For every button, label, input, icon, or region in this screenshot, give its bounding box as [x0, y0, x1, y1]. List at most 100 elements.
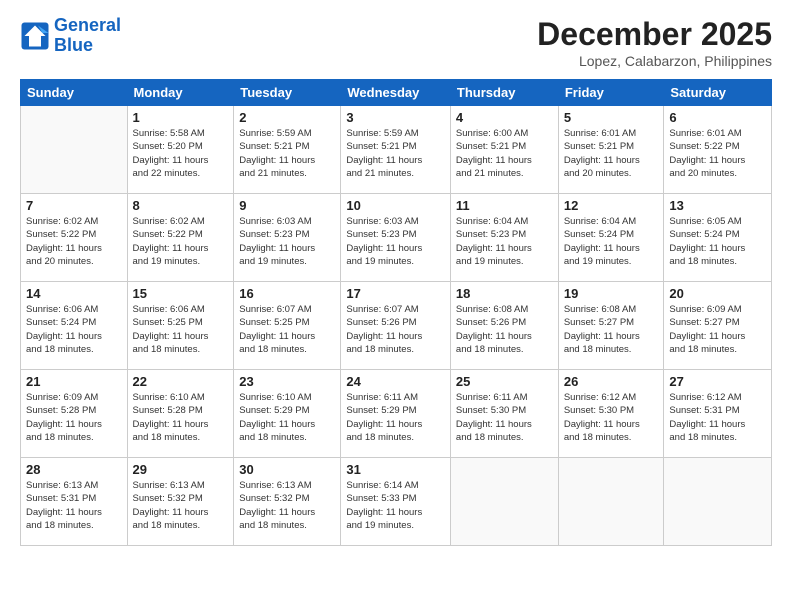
col-friday: Friday	[558, 80, 664, 106]
logo-blue: Blue	[54, 35, 93, 55]
day-info: Sunrise: 6:12 AMSunset: 5:30 PMDaylight:…	[564, 391, 659, 444]
day-info: Sunrise: 6:06 AMSunset: 5:25 PMDaylight:…	[133, 303, 229, 356]
calendar-cell: 11 Sunrise: 6:04 AMSunset: 5:23 PMDayligh…	[450, 194, 558, 282]
day-number: 22	[133, 374, 229, 389]
logo: General Blue	[20, 16, 121, 56]
day-number: 13	[669, 198, 766, 213]
day-info: Sunrise: 5:58 AMSunset: 5:20 PMDaylight:…	[133, 127, 229, 180]
day-info: Sunrise: 6:03 AMSunset: 5:23 PMDaylight:…	[239, 215, 335, 268]
calendar-cell: 20 Sunrise: 6:09 AMSunset: 5:27 PMDayligh…	[664, 282, 772, 370]
day-number: 10	[346, 198, 445, 213]
day-info: Sunrise: 6:11 AMSunset: 5:29 PMDaylight:…	[346, 391, 445, 444]
day-number: 27	[669, 374, 766, 389]
day-number: 26	[564, 374, 659, 389]
calendar-cell: 16 Sunrise: 6:07 AMSunset: 5:25 PMDayligh…	[234, 282, 341, 370]
calendar-cell: 28Sunrise: 6:13 AMSunset: 5:31 PMDayligh…	[21, 458, 128, 546]
title-block: December 2025 Lopez, Calabarzon, Philipp…	[537, 16, 772, 69]
calendar-table: Sunday Monday Tuesday Wednesday Thursday…	[20, 79, 772, 546]
day-info: Sunrise: 6:00 AMSunset: 5:21 PMDaylight:…	[456, 127, 553, 180]
day-number: 12	[564, 198, 659, 213]
col-thursday: Thursday	[450, 80, 558, 106]
day-number: 23	[239, 374, 335, 389]
day-info: Sunrise: 6:02 AMSunset: 5:22 PMDaylight:…	[26, 215, 122, 268]
day-info: Sunrise: 6:10 AMSunset: 5:29 PMDaylight:…	[239, 391, 335, 444]
day-info: Sunrise: 6:13 AMSunset: 5:32 PMDaylight:…	[133, 479, 229, 532]
day-info: Sunrise: 6:08 AMSunset: 5:26 PMDaylight:…	[456, 303, 553, 356]
day-number: 1	[133, 110, 229, 125]
month-title: December 2025	[537, 16, 772, 53]
calendar-cell: 25Sunrise: 6:11 AMSunset: 5:30 PMDayligh…	[450, 370, 558, 458]
day-info: Sunrise: 6:02 AMSunset: 5:22 PMDaylight:…	[133, 215, 229, 268]
calendar-cell: 4 Sunrise: 6:00 AMSunset: 5:21 PMDaylight…	[450, 106, 558, 194]
day-info: Sunrise: 5:59 AMSunset: 5:21 PMDaylight:…	[346, 127, 445, 180]
day-number: 30	[239, 462, 335, 477]
day-number: 14	[26, 286, 122, 301]
calendar-cell: 24 Sunrise: 6:11 AMSunset: 5:29 PMDayligh…	[341, 370, 451, 458]
day-number: 4	[456, 110, 553, 125]
day-info: Sunrise: 6:01 AMSunset: 5:22 PMDaylight:…	[669, 127, 766, 180]
day-info: Sunrise: 6:09 AMSunset: 5:27 PMDaylight:…	[669, 303, 766, 356]
calendar-cell: 19 Sunrise: 6:08 AMSunset: 5:27 PMDayligh…	[558, 282, 664, 370]
day-info: Sunrise: 6:07 AMSunset: 5:25 PMDaylight:…	[239, 303, 335, 356]
calendar-week-row: 1 Sunrise: 5:58 AMSunset: 5:20 PMDaylight…	[21, 106, 772, 194]
day-number: 5	[564, 110, 659, 125]
calendar-cell	[21, 106, 128, 194]
day-number: 7	[26, 198, 122, 213]
day-info: Sunrise: 6:09 AMSunset: 5:28 PMDaylight:…	[26, 391, 122, 444]
calendar-cell: 23 Sunrise: 6:10 AMSunset: 5:29 PMDayligh…	[234, 370, 341, 458]
location: Lopez, Calabarzon, Philippines	[537, 53, 772, 69]
calendar-cell: 27 Sunrise: 6:12 AMSunset: 5:31 PMDayligh…	[664, 370, 772, 458]
day-number: 18	[456, 286, 553, 301]
calendar-cell: 12 Sunrise: 6:04 AMSunset: 5:24 PMDayligh…	[558, 194, 664, 282]
day-number: 20	[669, 286, 766, 301]
day-number: 31	[346, 462, 445, 477]
day-info: Sunrise: 5:59 AMSunset: 5:21 PMDaylight:…	[239, 127, 335, 180]
day-info: Sunrise: 6:12 AMSunset: 5:31 PMDaylight:…	[669, 391, 766, 444]
day-info: Sunrise: 6:05 AMSunset: 5:24 PMDaylight:…	[669, 215, 766, 268]
day-number: 11	[456, 198, 553, 213]
logo-general: General	[54, 15, 121, 35]
calendar-cell: 5 Sunrise: 6:01 AMSunset: 5:21 PMDaylight…	[558, 106, 664, 194]
col-saturday: Saturday	[664, 80, 772, 106]
day-number: 21	[26, 374, 122, 389]
calendar-cell: 13 Sunrise: 6:05 AMSunset: 5:24 PMDayligh…	[664, 194, 772, 282]
day-info: Sunrise: 6:13 AMSunset: 5:32 PMDaylight:…	[239, 479, 335, 532]
day-number: 16	[239, 286, 335, 301]
day-info: Sunrise: 6:04 AMSunset: 5:24 PMDaylight:…	[564, 215, 659, 268]
day-info: Sunrise: 6:04 AMSunset: 5:23 PMDaylight:…	[456, 215, 553, 268]
day-info: Sunrise: 6:10 AMSunset: 5:28 PMDaylight:…	[133, 391, 229, 444]
day-info: Sunrise: 6:01 AMSunset: 5:21 PMDaylight:…	[564, 127, 659, 180]
logo-text: General Blue	[54, 16, 121, 56]
day-number: 28	[26, 462, 122, 477]
day-number: 29	[133, 462, 229, 477]
day-number: 2	[239, 110, 335, 125]
day-number: 24	[346, 374, 445, 389]
calendar-cell: 29 Sunrise: 6:13 AMSunset: 5:32 PMDayligh…	[127, 458, 234, 546]
col-monday: Monday	[127, 80, 234, 106]
day-number: 25	[456, 374, 553, 389]
calendar-week-row: 28Sunrise: 6:13 AMSunset: 5:31 PMDayligh…	[21, 458, 772, 546]
calendar-cell: 9Sunrise: 6:03 AMSunset: 5:23 PMDaylight…	[234, 194, 341, 282]
day-info: Sunrise: 6:14 AMSunset: 5:33 PMDaylight:…	[346, 479, 445, 532]
logo-icon	[20, 21, 50, 51]
calendar-cell: 17Sunrise: 6:07 AMSunset: 5:26 PMDayligh…	[341, 282, 451, 370]
calendar-cell: 10 Sunrise: 6:03 AMSunset: 5:23 PMDayligh…	[341, 194, 451, 282]
calendar-week-row: 21 Sunrise: 6:09 AMSunset: 5:28 PMDayligh…	[21, 370, 772, 458]
calendar-cell: 31 Sunrise: 6:14 AMSunset: 5:33 PMDayligh…	[341, 458, 451, 546]
day-number: 8	[133, 198, 229, 213]
day-number: 15	[133, 286, 229, 301]
calendar-cell: 8 Sunrise: 6:02 AMSunset: 5:22 PMDaylight…	[127, 194, 234, 282]
day-number: 6	[669, 110, 766, 125]
calendar-cell: 6 Sunrise: 6:01 AMSunset: 5:22 PMDaylight…	[664, 106, 772, 194]
calendar-cell: 1 Sunrise: 5:58 AMSunset: 5:20 PMDaylight…	[127, 106, 234, 194]
day-info: Sunrise: 6:08 AMSunset: 5:27 PMDaylight:…	[564, 303, 659, 356]
day-info: Sunrise: 6:06 AMSunset: 5:24 PMDaylight:…	[26, 303, 122, 356]
calendar-cell: 15 Sunrise: 6:06 AMSunset: 5:25 PMDayligh…	[127, 282, 234, 370]
day-number: 17	[346, 286, 445, 301]
calendar-cell: 18 Sunrise: 6:08 AMSunset: 5:26 PMDayligh…	[450, 282, 558, 370]
calendar-cell: 22 Sunrise: 6:10 AMSunset: 5:28 PMDayligh…	[127, 370, 234, 458]
day-number: 3	[346, 110, 445, 125]
calendar-cell	[450, 458, 558, 546]
day-info: Sunrise: 6:03 AMSunset: 5:23 PMDaylight:…	[346, 215, 445, 268]
day-number: 19	[564, 286, 659, 301]
